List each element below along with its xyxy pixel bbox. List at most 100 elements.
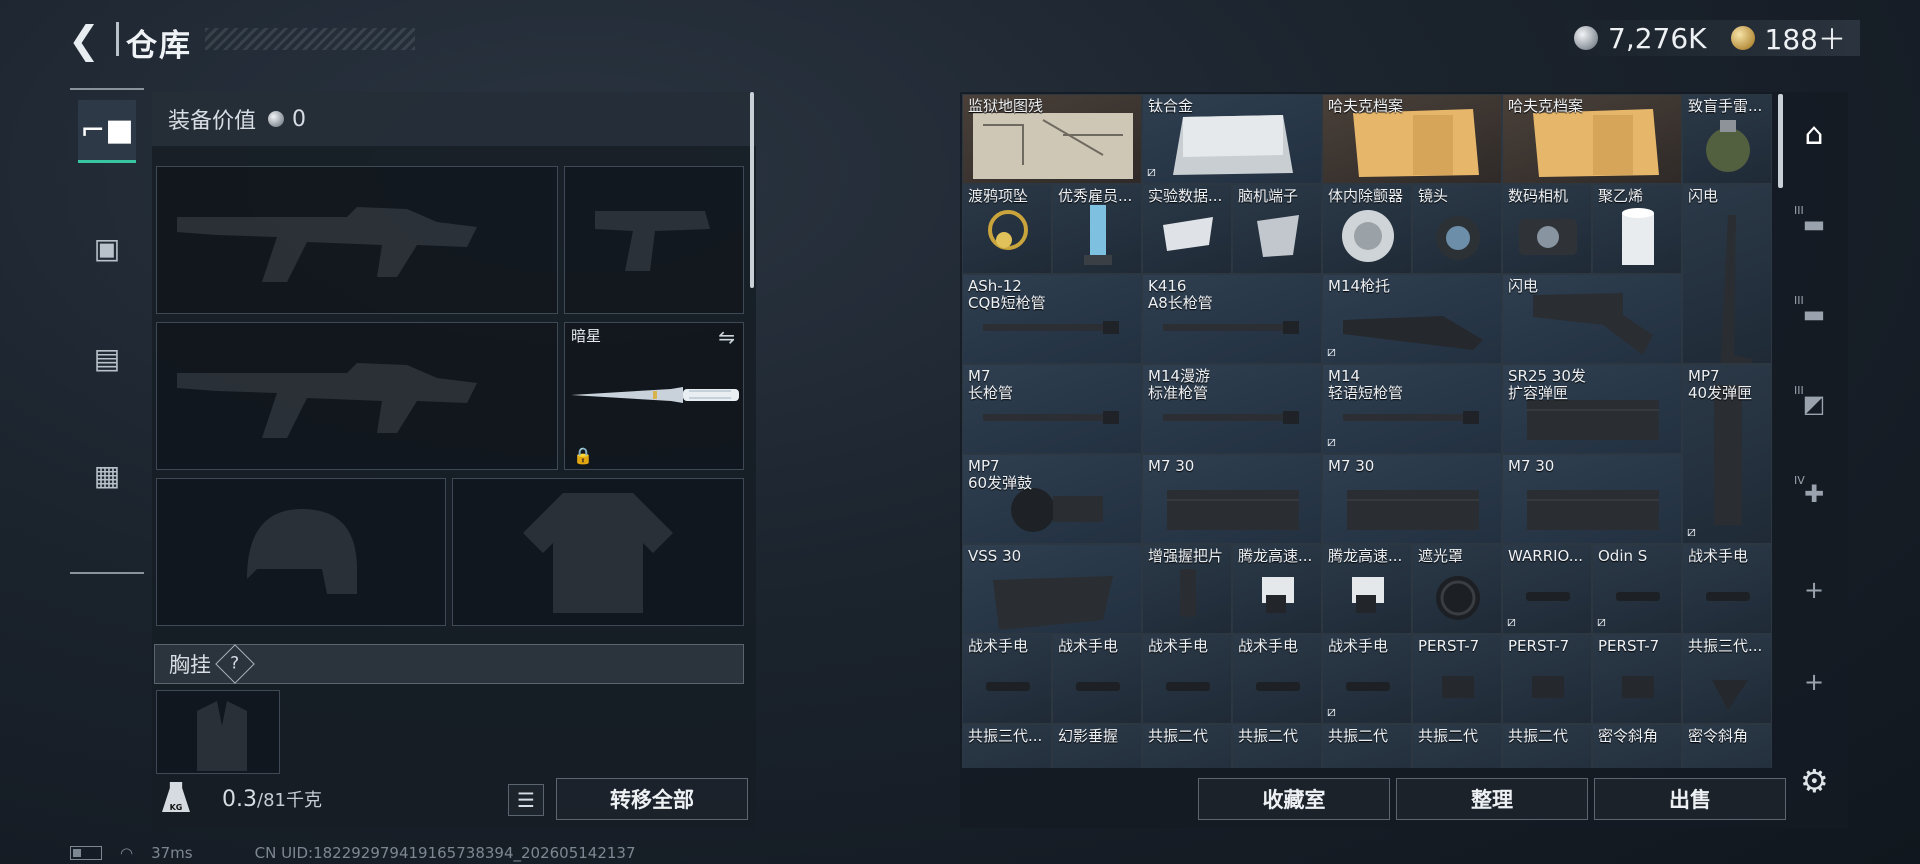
swap-icon[interactable]: ⇋ <box>718 325 735 349</box>
sidearm-slot[interactable] <box>564 166 744 314</box>
storage-item[interactable]: 钛合金 ⧄ <box>1142 94 1322 184</box>
storage-item[interactable]: 优秀雇员... <box>1052 184 1142 274</box>
storage-item[interactable]: MP7 40发弹匣 ⧄ <box>1682 364 1772 544</box>
storage-item[interactable]: Odin S ⧄ <box>1592 544 1682 634</box>
equipment-scrollbar[interactable] <box>750 92 754 288</box>
storage-item[interactable]: 共振二代 <box>1142 724 1232 768</box>
storage-item-name: M7 30 <box>1508 457 1555 475</box>
collection-button[interactable]: 收藏室 <box>1198 778 1390 820</box>
storage-item[interactable]: 哈夫克档案 <box>1322 94 1502 184</box>
storage-item[interactable]: 渡鸦项坠 <box>962 184 1052 274</box>
page-title: 仓库 <box>126 28 192 64</box>
primary-weapon-slot-2[interactable] <box>156 322 558 470</box>
storage-item[interactable]: 聚乙烯 <box>1592 184 1682 274</box>
helmet-slot[interactable] <box>156 478 446 626</box>
storage-item[interactable]: M14枪托 ⧄ <box>1322 274 1502 364</box>
medical-tier4-icon[interactable]: ✚ IV <box>1790 470 1838 518</box>
storage-item[interactable]: M7 30 <box>1322 454 1502 544</box>
storage-item-name: PERST-7 <box>1508 637 1570 655</box>
storage-item[interactable]: WARRIO... ⧄ <box>1502 544 1592 634</box>
storage-item[interactable]: 腾龙高速... <box>1322 544 1412 634</box>
storage-item-name: 战术手电 <box>1058 637 1119 655</box>
storage-item[interactable]: 哈夫克档案 <box>1502 94 1682 184</box>
storage-item[interactable]: 共振三代... <box>1682 634 1772 724</box>
rifle-silhouette-icon <box>177 363 477 438</box>
storage-item[interactable]: 密令斜角 <box>1592 724 1682 768</box>
storage-item[interactable]: 致盲手雷... <box>1682 94 1772 184</box>
storage-item[interactable]: 共振二代 <box>1322 724 1412 768</box>
melee-slot[interactable]: 暗星 ⇋ 🔒 <box>564 322 744 470</box>
tab-vest[interactable]: ▤ <box>78 328 136 388</box>
storage-item[interactable]: 镜头 <box>1412 184 1502 274</box>
storage-item[interactable]: 体内除颤器 <box>1322 184 1412 274</box>
storage-item[interactable]: 增强握把片 <box>1142 544 1232 634</box>
weapon-tier3b-icon-glyph: ▬ <box>1802 300 1826 328</box>
storage-item[interactable]: VSS 30 <box>962 544 1142 634</box>
storage-item[interactable]: PERST-7 <box>1502 634 1592 724</box>
tab-weapons[interactable]: ⌐■ <box>78 100 136 163</box>
attachment-tier3-icon[interactable]: ◩ III <box>1790 380 1838 428</box>
storage-item[interactable]: 密令斜角 <box>1682 724 1772 768</box>
storage-item[interactable]: 遮光罩 <box>1412 544 1502 634</box>
storage-item[interactable]: K416 A8长枪管 <box>1142 274 1322 364</box>
storage-item[interactable]: 战术手电 ⧄ <box>1322 634 1412 724</box>
primary-weapon-slot-1[interactable] <box>156 166 558 314</box>
storage-item[interactable]: 共振二代 <box>1232 724 1322 768</box>
toolbox-icon: ▦ <box>93 458 121 492</box>
ping-readout: 37ms <box>151 844 193 862</box>
all-items-icon[interactable]: ⌂ <box>1790 110 1838 158</box>
chest-rig-silhouette-icon <box>197 701 247 771</box>
storage-item[interactable]: M14 轻语短枪管 ⧄ <box>1322 364 1502 454</box>
storage-item[interactable]: SR25 30发 扩容弹匣 <box>1502 364 1682 454</box>
storage-item[interactable]: M7 长枪管 <box>962 364 1142 454</box>
sell-button[interactable]: 出售 <box>1594 778 1786 820</box>
storage-item[interactable]: 闪电 <box>1502 274 1682 364</box>
storage-item[interactable]: 腾龙高速... <box>1232 544 1322 634</box>
tab-backpack[interactable]: ▣ <box>78 218 136 278</box>
add-icon[interactable]: + <box>1790 658 1838 706</box>
currency-gold[interactable]: 188＋ <box>1765 18 1846 58</box>
add-icon[interactable]: + <box>1790 566 1838 614</box>
storage-item[interactable]: 战术手电 <box>962 634 1052 724</box>
pistol-icon: ⌐■ <box>80 112 134 148</box>
storage-item[interactable]: 战术手电 <box>1232 634 1322 724</box>
category-tier-label: III <box>1794 294 1804 307</box>
storage-item[interactable]: MP7 60发弹鼓 <box>962 454 1142 544</box>
back-button[interactable]: ❮ <box>68 20 108 60</box>
storage-item[interactable]: 共振三代... <box>962 724 1052 768</box>
lock-icon: 🔒 <box>573 446 593 465</box>
storage-item[interactable]: ASh-12 CQB短枪管 <box>962 274 1142 364</box>
tab-toolbox[interactable]: ▦ <box>78 445 136 505</box>
storage-item[interactable]: PERST-7 <box>1412 634 1502 724</box>
weapon-tier3-icon[interactable]: ▬ III <box>1790 200 1838 248</box>
storage-item-name: 监狱地图残 <box>968 97 1044 115</box>
storage-item[interactable]: M7 30 <box>1502 454 1682 544</box>
storage-item[interactable]: 数码相机 <box>1502 184 1592 274</box>
storage-grid: 监狱地图残 钛合金 ⧄ 哈夫克档案 哈夫克档案 致盲手雷... 渡鸦项坠 优秀雇员... 实验数… <box>962 94 1776 768</box>
status-bar: ◠ 37ms CN UID:1822929794191657383​94_202… <box>70 844 636 862</box>
storage-item[interactable]: 战术手电 <box>1052 634 1142 724</box>
storage-item[interactable]: 监狱地图残 <box>962 94 1142 184</box>
storage-item-name: M7 30 <box>1328 457 1375 475</box>
storage-item[interactable]: M7 30 <box>1142 454 1322 544</box>
storage-item[interactable]: 幻影垂握 <box>1052 724 1142 768</box>
storage-item[interactable]: 战术手电 <box>1142 634 1232 724</box>
storage-item[interactable]: M14漫游 标准枪管 <box>1142 364 1322 454</box>
storage-item[interactable]: 战术手电 <box>1682 544 1772 634</box>
settings-gear-icon[interactable]: ⚙ <box>1800 762 1829 800</box>
storage-item-name: PERST-7 <box>1598 637 1660 655</box>
transfer-all-button[interactable]: 转移全部 <box>556 778 748 820</box>
storage-scrollbar[interactable] <box>1778 94 1783 188</box>
storage-item[interactable]: 共振二代 <box>1412 724 1502 768</box>
storage-item[interactable]: 共振二代 <box>1502 724 1592 768</box>
armor-slot[interactable] <box>452 478 744 626</box>
help-icon[interactable]: ? <box>215 644 255 684</box>
chest-rig-slot[interactable] <box>156 690 280 774</box>
storage-item[interactable]: 闪电 <box>1682 184 1772 364</box>
weapon-tier3b-icon[interactable]: ▬ III <box>1790 290 1838 338</box>
storage-item[interactable]: 实验数据... <box>1142 184 1232 274</box>
storage-item[interactable]: PERST-7 <box>1592 634 1682 724</box>
organize-button[interactable]: 整理 <box>1396 778 1588 820</box>
list-view-button[interactable]: ☰ <box>508 784 544 816</box>
storage-item[interactable]: 脑机端子 <box>1232 184 1322 274</box>
